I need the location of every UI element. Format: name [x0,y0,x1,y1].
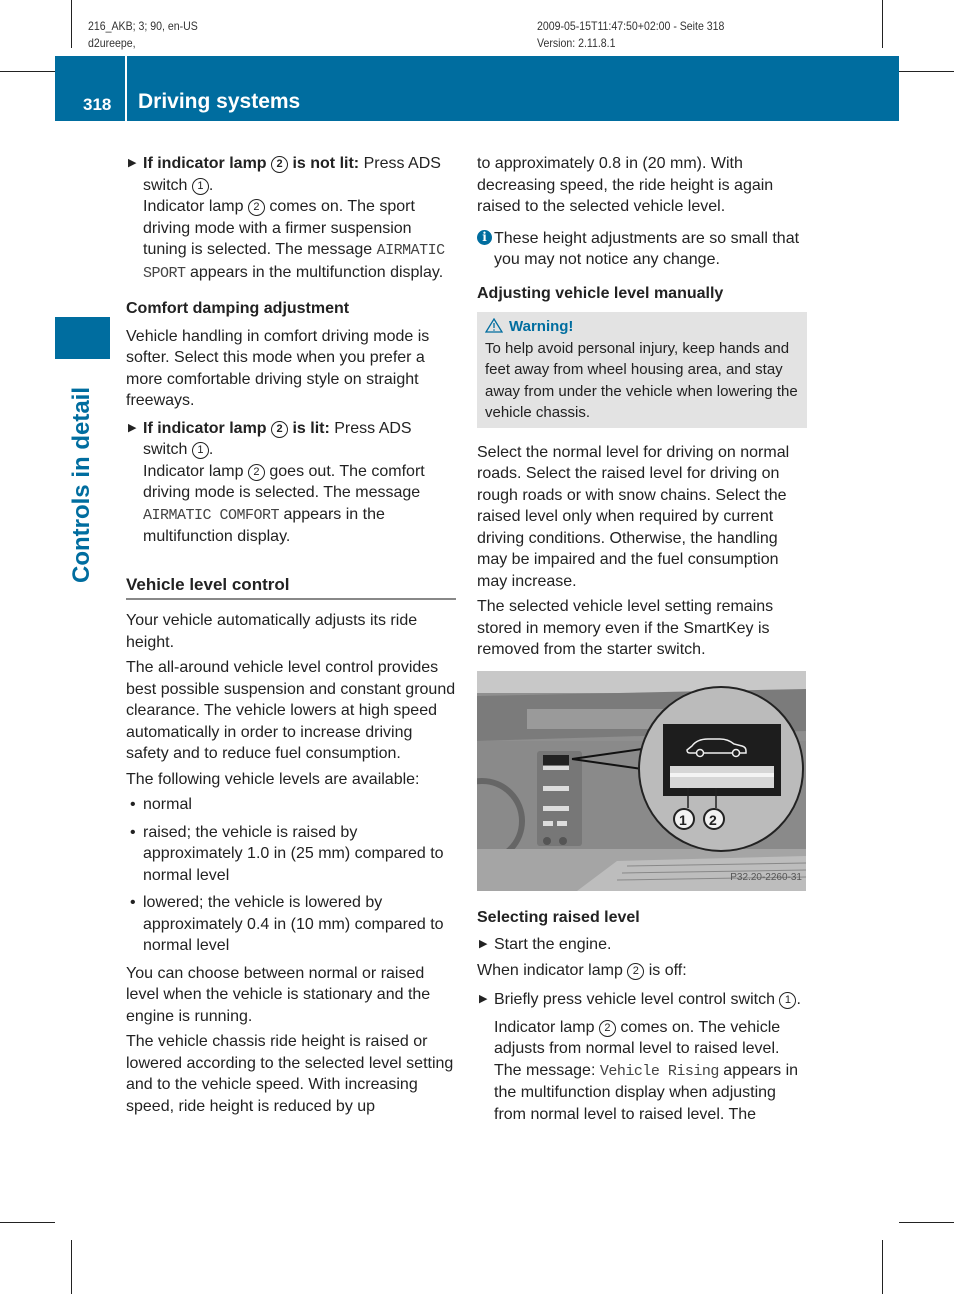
crop-mark [0,71,55,72]
bullet-dot: • [130,823,136,841]
instruction-step: ▶ Start the engine. [477,934,807,956]
section-title: Driving systems [138,90,301,113]
bullet-dot: • [130,796,136,813]
text: appears in the multifunction display. [185,263,444,281]
step-text: . [796,991,801,1008]
paragraph: The vehicle chassis ride height is raise… [126,1033,454,1115]
list-item-text: normal [143,796,192,813]
meta-line: 216_AKB; 3; 90, en-US [88,19,198,33]
figure-callout-1: 1 [679,811,687,828]
callout-number: 2 [247,463,265,481]
step-arrow-icon: ▶ [128,421,137,434]
warning-text: To help avoid personal injury, keep hand… [485,339,798,422]
callout-number: 1 [191,442,209,459]
step-arrow-icon: ▶ [479,993,488,1005]
list-item-text: raised; the vehicle is raised by approxi… [143,823,444,884]
list-item: • raised; the vehicle is raised by approx… [126,822,456,887]
crop-mark [882,0,883,48]
print-meta-left: 216_AKB; 3; 90, en-US d2ureepe, [88,18,198,52]
crop-mark [71,1240,72,1294]
meta-line: d2ureepe, [88,36,136,50]
step-text: Start the engine. [494,936,612,953]
crop-mark [0,1222,55,1223]
paragraph: Select the normal level for driving on n… [477,443,790,590]
side-tab-block [55,317,110,359]
step-result: Indicator lamp 2 goes out. The comfort d… [143,461,456,548]
dashboard-figure: 1 2 P32.20-2260-31 [477,670,806,891]
paragraph: Vehicle handling in comfort driving mode… [126,327,430,410]
crop-mark [71,0,72,48]
info-icon: i [477,229,492,245]
paragraph: When indicator lamp 2 is off: [477,960,807,982]
step-text: . [208,441,214,458]
instruction-step: ▶ If indicator lamp 2 is lit: Press ADS … [126,418,456,548]
instruction-step: ▶ Briefly press vehicle level control sw… [477,989,807,1125]
list-item: • normal [126,794,456,816]
callout-number: 2 [271,156,289,173]
text: When indicator lamp [477,961,628,979]
paragraph: You can choose between normal or raised … [126,964,431,1025]
right-column: to approximately 0.8 in (20 mm). With de… [477,153,807,1129]
crop-mark [899,71,954,72]
step-result: Indicator lamp 2 comes on. The sport dri… [143,196,456,284]
callout-number: 2 [247,199,265,216]
step-lead: If indicator lamp [143,419,272,437]
figure-code: P32.20-2260-31 [730,872,802,883]
step-lead: is not lit: [288,155,360,172]
header-divider [125,56,127,121]
heading-comfort: Comfort damping adjustment [126,300,350,317]
warning-title-row: Warning! [484,316,799,338]
callout-number: 1 [191,177,209,195]
callout-number: 2 [598,1019,616,1037]
step-text: . [208,176,214,194]
left-column: ▶ If indicator lamp 2 is not lit: Press … [126,153,456,1121]
paragraph: The selected vehicle level setting remai… [477,598,774,658]
step-lead: is lit: [288,419,330,437]
paragraph: Your vehicle automatically adjusts its r… [126,612,418,651]
callout-number: 2 [627,962,645,980]
warning-triangle-icon [484,317,504,333]
meta-line: 2009-05-15T11:47:50+02:00 - Seite 318 [537,19,725,33]
heading-manual: Adjusting vehicle level manually [477,284,724,302]
warning-title: Warning! [509,318,574,335]
display-message: Vehicle Rising [599,1062,720,1080]
callout-number: 2 [271,420,289,438]
meta-line: Version: 2.11.8.1 [537,36,616,50]
page-number: 318 [83,95,112,114]
info-note: i These height adjustments are so small … [477,228,807,271]
display-message: AIRMATIC COMFORT [143,506,280,524]
text: is off: [644,961,687,979]
paragraph: to approximately 0.8 in (20 mm). With de… [477,155,774,215]
dashboard-illustration [477,670,806,891]
step-result: Indicator lamp 2 comes on. The vehicle a… [494,1017,807,1126]
step-lead: If indicator lamp [143,155,272,172]
callout-number: 1 [779,992,797,1009]
step-arrow-icon: ▶ [479,938,488,950]
warning-box: Warning! To help avoid personal injury, … [477,312,807,428]
step-text: Briefly press vehicle level control swit… [494,991,780,1008]
instruction-step: ▶ If indicator lamp 2 is not lit: Press … [126,153,456,284]
text: Indicator lamp [143,198,248,215]
bullet-dot: • [130,894,136,911]
paragraph: The following vehicle levels are availab… [126,770,420,788]
crop-mark [882,1240,883,1294]
list-item-text: lowered; the vehicle is lowered by appro… [143,894,444,954]
heading-raised-level: Selecting raised level [477,908,640,926]
side-tab-label: Controls in detail [68,386,95,584]
paragraph: The all-around vehicle level control pro… [126,659,456,762]
info-text: These height adjustments are so small th… [494,229,800,269]
text: Indicator lamp [143,462,248,480]
print-meta-right: 2009-05-15T11:47:50+02:00 - Seite 318 Ve… [537,18,724,52]
figure-callout-2: 2 [709,811,717,828]
list-item: • lowered; the vehicle is lowered by appr… [126,892,456,957]
heading-vehicle-level-control: Vehicle level control [126,574,456,600]
step-arrow-icon: ▶ [128,157,137,169]
text: Indicator lamp [494,1018,599,1036]
crop-mark [899,1222,954,1223]
